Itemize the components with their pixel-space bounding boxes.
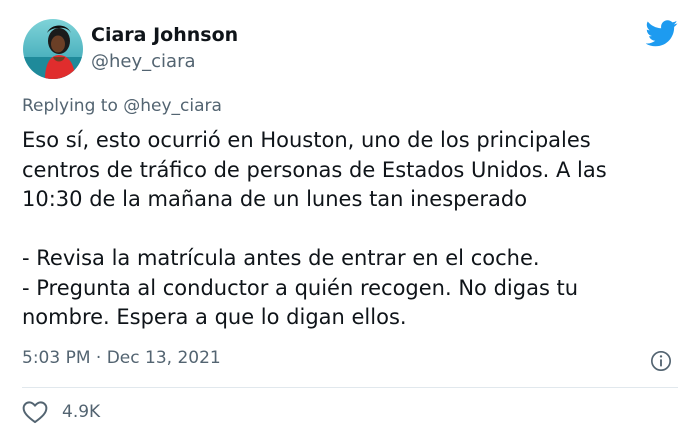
tweet-text: Eso sí, esto ocurrió en Houston, uno de … xyxy=(22,126,692,333)
tweet-time: 5:03 PM xyxy=(22,348,91,368)
like-count: 4.9K xyxy=(62,402,101,422)
twitter-bird-icon[interactable] xyxy=(646,20,678,47)
tweet-text-line: nombre. Espera a que lo digan ellos. xyxy=(22,305,407,329)
tweet-date: Dec 13, 2021 xyxy=(106,348,221,368)
like-button[interactable]: 4.9K xyxy=(22,400,100,424)
heart-icon xyxy=(22,401,48,424)
tweet-text-line: Eso sí, esto ocurrió en Houston, uno de … xyxy=(22,128,591,152)
profile-photo xyxy=(23,19,83,79)
author-name[interactable]: Ciara Johnson xyxy=(91,24,238,46)
reply-context: Replying to @hey_ciara xyxy=(22,96,222,116)
tweet-timestamp[interactable]: 5:03 PM · Dec 13, 2021 xyxy=(22,348,221,368)
tweet-text-line: centros de tráfico de personas de Estado… xyxy=(22,157,607,182)
tweet-text-line: - Revisa la matrícula antes de entrar en… xyxy=(22,246,540,270)
info-icon[interactable] xyxy=(650,350,672,372)
divider xyxy=(22,387,678,388)
meta-separator: · xyxy=(95,348,102,368)
avatar[interactable] xyxy=(23,19,83,79)
reply-mention-link[interactable]: @hey_ciara xyxy=(123,96,222,116)
reply-prefix: Replying to xyxy=(22,96,118,116)
tweet-text-line: - Pregunta al conductor a quién recogen.… xyxy=(22,275,579,300)
tweet-text-line: 10:30 de la mañana de un lunes tan inesp… xyxy=(22,187,528,211)
tweet-card: Ciara Johnson @hey_ciara Replying to @he… xyxy=(0,0,700,441)
author-handle[interactable]: @hey_ciara xyxy=(91,51,196,72)
